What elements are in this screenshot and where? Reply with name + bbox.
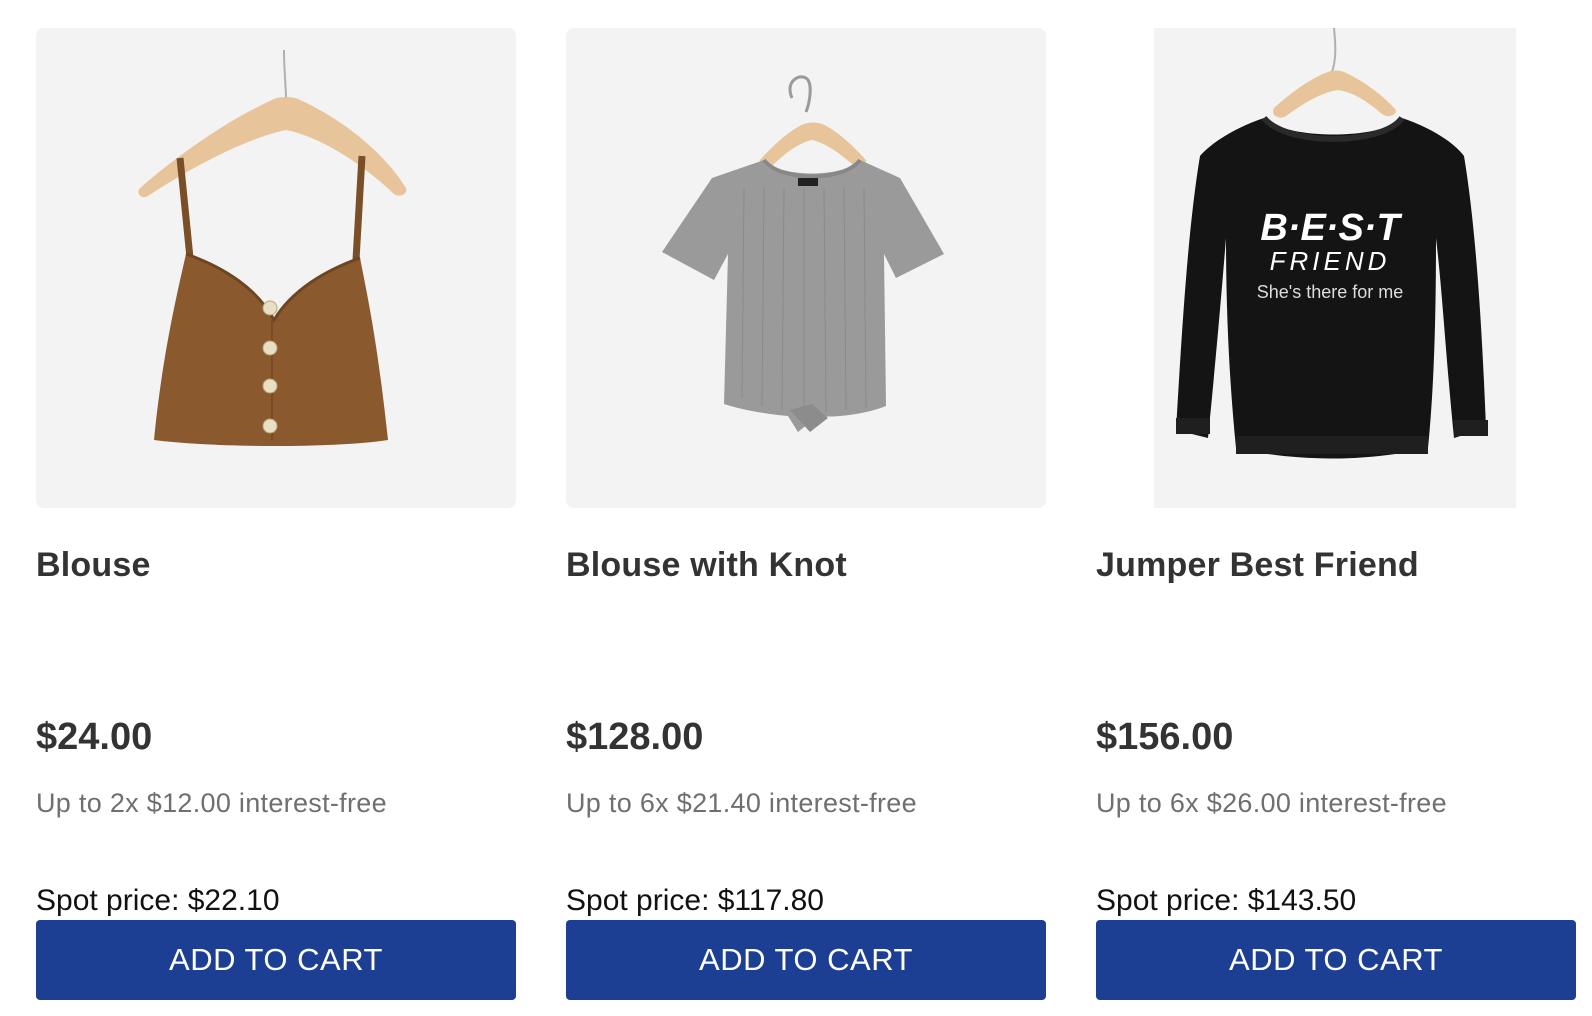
product-grid: Blouse $24.00 Up to 2x $12.00 interest-f…	[0, 0, 1592, 1016]
product-title[interactable]: Blouse with Knot	[566, 546, 847, 585]
print-line-2: FRIEND	[1270, 246, 1391, 276]
add-to-cart-button[interactable]: ADD TO CART	[36, 920, 516, 1000]
product-price: $24.00	[36, 716, 153, 758]
product-title[interactable]: Jumper Best Friend	[1096, 546, 1419, 585]
installment-info: Up to 2x $12.00 interest-free	[36, 788, 387, 818]
installment-info: Up to 6x $26.00 interest-free	[1096, 788, 1447, 818]
spot-price: Spot price: $143.50	[1096, 884, 1357, 917]
product-image[interactable]	[566, 28, 1046, 508]
cami-top-image	[138, 49, 407, 446]
product-card: Blouse with Knot $128.00 Up to 6x $21.40…	[566, 28, 1046, 1000]
product-image[interactable]: B·E·S·T FRIEND She's there for me	[1096, 28, 1576, 508]
add-to-cart-button[interactable]: ADD TO CART	[566, 920, 1046, 1000]
print-line-1: B·E·S·T	[1260, 207, 1402, 249]
spot-price: Spot price: $117.80	[566, 884, 824, 917]
product-image[interactable]	[36, 28, 516, 508]
product-card: B·E·S·T FRIEND She's there for me Jumper…	[1096, 28, 1576, 1000]
product-price: $156.00	[1096, 716, 1234, 758]
product-card: Blouse $24.00 Up to 2x $12.00 interest-f…	[36, 28, 516, 1000]
product-price: $128.00	[566, 716, 704, 758]
print-line-3: She's there for me	[1257, 282, 1404, 302]
installment-info: Up to 6x $21.40 interest-free	[566, 788, 917, 818]
product-title[interactable]: Blouse	[36, 546, 151, 585]
knot-tee-image	[662, 75, 944, 432]
spot-price: Spot price: $22.10	[36, 884, 280, 917]
sweatshirt-image: B·E·S·T FRIEND She's there for me	[1176, 28, 1488, 459]
add-to-cart-button[interactable]: ADD TO CART	[1096, 920, 1576, 1000]
